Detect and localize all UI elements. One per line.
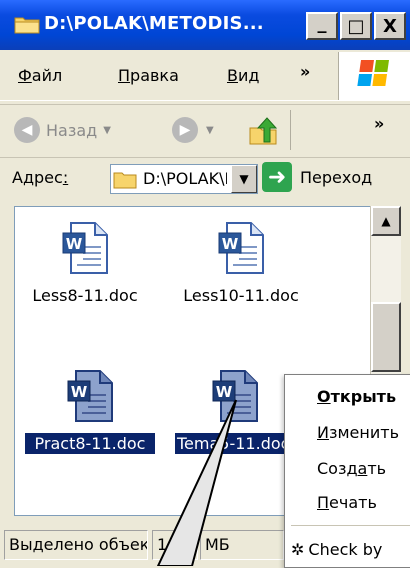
windows-logo: [338, 52, 410, 100]
word-doc-icon: W: [67, 370, 113, 422]
word-doc-icon: W: [212, 370, 258, 422]
up-folder-icon[interactable]: [248, 116, 278, 146]
ctx-check-label: Check by: [308, 540, 383, 559]
maximize-icon: □: [347, 15, 365, 37]
back-arrow-icon: ◀: [14, 117, 40, 143]
file-name: Tema5-11.doc: [175, 433, 292, 454]
ctx-edit[interactable]: Изменить: [317, 423, 399, 442]
ctx-open-mnemonic: О: [317, 387, 331, 406]
status-selection: Выделено объектов: 2: [4, 530, 148, 560]
address-dropdown-button[interactable]: ▼: [231, 165, 257, 193]
chevron-down-icon: ▼: [239, 172, 249, 186]
back-dropdown-icon[interactable]: ▼: [103, 125, 111, 136]
toolbar-separator: [290, 110, 291, 150]
ctx-edit-mnemonic: И: [317, 423, 329, 442]
ctx-create-mnemonic: а: [357, 459, 368, 478]
menu-file[interactable]: Файл: [18, 66, 62, 85]
status-unit: МБ: [200, 530, 284, 560]
menu-view-mnemonic: В: [227, 66, 238, 85]
address-label-mnemonic: :: [62, 168, 69, 187]
svg-text:W: W: [66, 235, 83, 253]
forward-dropdown-icon[interactable]: ▼: [206, 125, 214, 136]
svg-text:W: W: [222, 235, 239, 253]
menu-file-label: айл: [31, 66, 63, 85]
windows-flag-icon: [357, 60, 389, 86]
ctx-create-label-b: ть: [367, 459, 387, 478]
ctx-create-label-a: Созд: [317, 459, 358, 478]
go-arrow-icon: ➜: [262, 162, 292, 192]
go-label: Переход: [300, 167, 373, 187]
scroll-thumb[interactable]: [371, 302, 401, 372]
file-name: Less8-11.doc: [32, 286, 138, 305]
forward-button[interactable]: ▶ ▼: [172, 117, 214, 143]
ctx-print-mnemonic: П: [317, 493, 330, 512]
menu-overflow-chevron[interactable]: »: [300, 62, 310, 81]
file-item-selected[interactable]: W Pract8-11.doc: [25, 369, 155, 454]
menu-file-mnemonic: Ф: [18, 66, 32, 85]
forward-arrow-icon: ▶: [172, 117, 198, 143]
ctx-print[interactable]: Печать: [317, 493, 377, 512]
svg-text:W: W: [216, 383, 233, 401]
ctx-edit-label: зменить: [328, 423, 399, 442]
context-menu: Открыть Изменить Создать Печать ✲ Check …: [284, 374, 410, 568]
ctx-create[interactable]: Создать: [317, 459, 386, 478]
maximize-button[interactable]: □: [340, 12, 372, 40]
menu-edit-label: равка: [130, 66, 179, 85]
ctx-open[interactable]: Открыть: [317, 387, 396, 406]
minimize-icon: _: [317, 12, 327, 34]
file-name: Pract8-11.doc: [25, 433, 155, 454]
menu-view[interactable]: Вид: [227, 66, 259, 85]
address-label-text: Адрес: [12, 168, 63, 187]
word-doc-icon: W: [218, 222, 264, 274]
file-item[interactable]: W Less8-11.doc: [25, 221, 145, 306]
back-button[interactable]: ◀ Назад ▼: [14, 117, 111, 143]
close-icon: X: [383, 15, 397, 37]
menu-edit[interactable]: Правка: [118, 66, 179, 85]
window-title: D:\POLAK\METODIS...: [44, 13, 264, 34]
folder-icon: [14, 17, 40, 34]
minimize-button[interactable]: _: [306, 12, 338, 40]
back-label: Назад: [46, 120, 98, 140]
ctx-check-by[interactable]: ✲ Check by: [291, 540, 382, 559]
scroll-up-button[interactable]: ▲: [371, 206, 401, 236]
menu-edit-mnemonic: П: [118, 66, 131, 85]
file-item[interactable]: W Less10-11.doc: [171, 221, 311, 306]
svg-text:W: W: [71, 383, 88, 401]
ctx-open-label: ткрыть: [330, 387, 397, 406]
virus-scan-icon: ✲: [291, 540, 305, 559]
chevron-up-icon: ▲: [381, 214, 391, 228]
folder-icon: [113, 172, 137, 189]
address-value: D:\POLAK\METODIS: [143, 169, 227, 188]
go-button[interactable]: ➜ Переход: [262, 162, 372, 192]
menu-view-label: ид: [237, 66, 260, 85]
status-size: 1: [152, 530, 198, 560]
address-label: Адрес:: [12, 168, 68, 187]
ctx-print-label: ечать: [329, 493, 377, 512]
file-name: Less10-11.doc: [183, 286, 299, 305]
address-field[interactable]: D:\POLAK\METODIS ▼: [110, 164, 258, 194]
word-doc-icon: W: [62, 222, 108, 274]
ctx-separator: [291, 525, 410, 526]
close-button[interactable]: X: [374, 12, 406, 40]
toolbar-overflow-chevron[interactable]: »: [374, 114, 384, 133]
